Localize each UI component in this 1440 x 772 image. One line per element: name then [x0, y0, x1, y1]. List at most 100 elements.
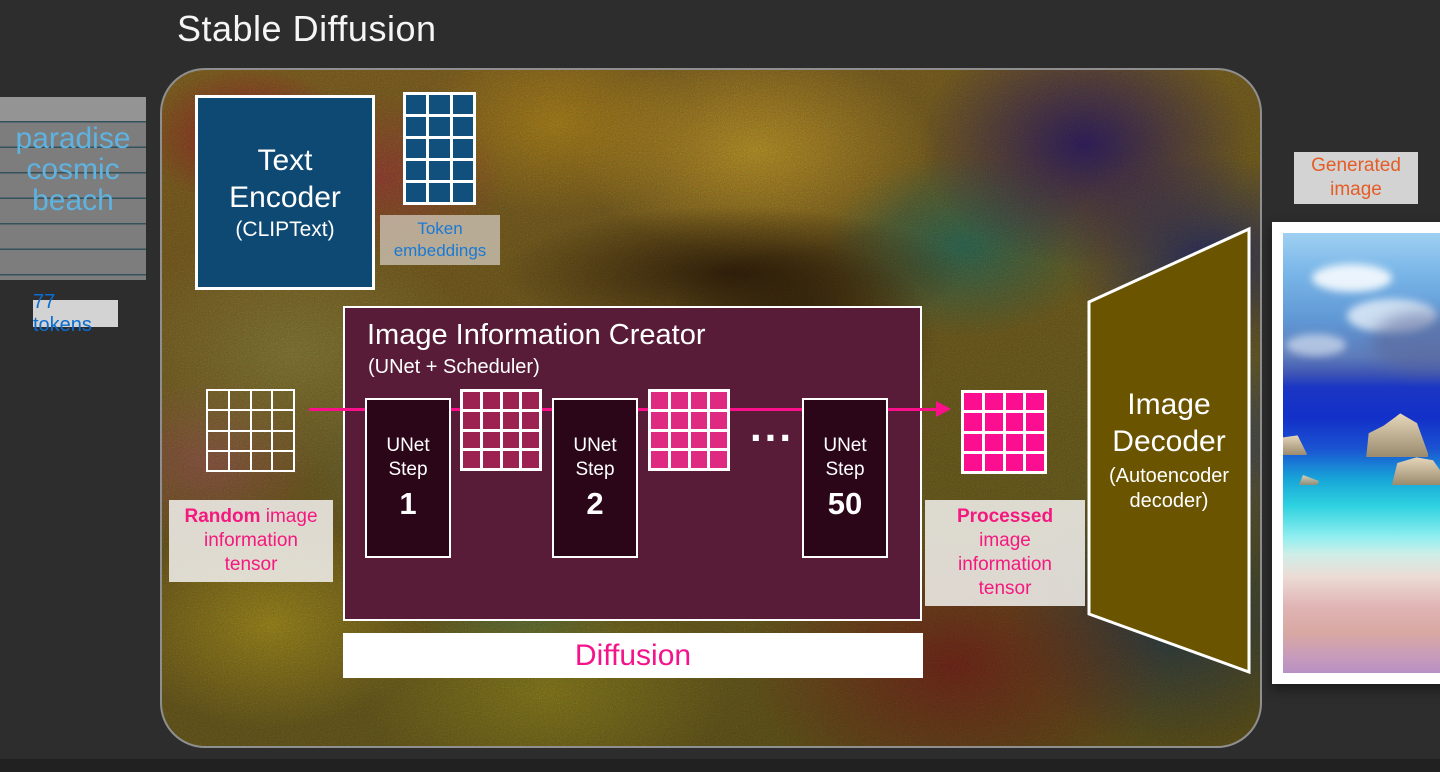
grid-cell	[984, 453, 1003, 471]
grid-cell	[207, 450, 229, 471]
grid-cell	[452, 161, 473, 180]
grid-cell	[964, 453, 982, 471]
random-tensor-grid	[206, 389, 295, 472]
unet-step-50-box: UNet Step 50	[802, 398, 888, 558]
grid-cell	[522, 451, 539, 468]
grid-cell	[670, 411, 688, 429]
grid-cell	[429, 95, 450, 114]
slide: { "page": { "title": "Stable Diffusion" …	[0, 0, 1440, 772]
grid-cell	[228, 450, 251, 471]
grid-cell	[406, 139, 427, 158]
grid-cell	[482, 411, 500, 429]
grid-cell	[1005, 413, 1024, 431]
grid-cell	[272, 410, 294, 431]
unet-step-number: 1	[399, 486, 417, 521]
rock-shape	[1283, 435, 1307, 456]
grid-cell	[502, 431, 520, 449]
grid-cell	[406, 161, 427, 180]
grid-cell	[463, 411, 480, 429]
grid-cell	[710, 392, 727, 409]
grid-cell	[250, 430, 273, 451]
grid-cell	[207, 390, 229, 411]
grid-cell	[406, 117, 427, 136]
latent-grid-step1	[460, 389, 542, 471]
random-tensor-label-bold: Random	[184, 506, 261, 527]
grid-cell	[1026, 393, 1044, 411]
image-decoder-text: Image Decoder (Autoencoder decoder)	[1089, 386, 1249, 514]
grid-cell	[651, 451, 668, 468]
grid-cell	[1005, 433, 1024, 451]
random-tensor-label: Random image information tensor	[169, 500, 333, 582]
grid-cell	[228, 430, 251, 451]
token-embeddings-label: Token embeddings	[380, 215, 500, 265]
processed-tensor-label-rest: image information tensor	[958, 530, 1052, 599]
unet-step-1-box: UNet Step 1	[365, 398, 451, 558]
latent-grid-step2	[648, 389, 730, 471]
grid-cell	[502, 451, 520, 468]
iic-subtitle: (UNet + Scheduler)	[368, 356, 540, 378]
iic-title: Image Information Creator	[367, 319, 706, 351]
rock-shape	[1366, 413, 1429, 458]
grid-cell	[250, 390, 273, 411]
grid-cell	[1005, 393, 1024, 411]
grid-cell	[522, 411, 539, 429]
grid-cell	[463, 431, 480, 449]
grid-cell	[429, 117, 450, 136]
grid-cell	[272, 450, 294, 471]
grid-cell	[272, 390, 294, 411]
grid-cell	[710, 431, 727, 449]
text-encoder-subtitle: (CLIPText)	[235, 217, 335, 241]
generated-image-frame	[1272, 222, 1440, 684]
grid-cell	[964, 433, 982, 451]
image-decoder-title: Image Decoder	[1112, 388, 1226, 458]
stable-diffusion-canvas: Text Encoder (CLIPText) Token embeddings…	[160, 68, 1262, 748]
grid-cell	[984, 433, 1003, 451]
unet-step-label: UNet Step	[823, 435, 867, 480]
unet-step-2-box: UNet Step 2	[552, 398, 638, 558]
processed-tensor-label: Processed image information tensor	[925, 500, 1085, 606]
grid-cell	[1026, 433, 1044, 451]
grid-cell	[429, 161, 450, 180]
grid-cell	[452, 95, 473, 114]
grid-cell	[482, 392, 500, 409]
grid-cell	[406, 95, 427, 114]
grid-cell	[670, 431, 688, 449]
grid-cell	[690, 451, 708, 468]
grid-cell	[984, 393, 1003, 411]
rock-shape	[1299, 475, 1319, 485]
grid-cell	[522, 431, 539, 449]
grid-cell	[651, 431, 668, 449]
grid-cell	[452, 117, 473, 136]
prompt-paper: paradise cosmic beach	[0, 97, 146, 280]
rock-shape	[1391, 457, 1440, 486]
text-encoder-title: Text Encoder	[229, 143, 341, 214]
grid-cell	[690, 392, 708, 409]
cloud-shape	[1311, 263, 1392, 292]
grid-cell	[429, 183, 450, 202]
grid-cell	[463, 392, 480, 409]
unet-step-number: 2	[586, 486, 604, 521]
prompt-text: paradise cosmic beach	[15, 122, 131, 217]
grid-cell	[502, 411, 520, 429]
ellipsis: ...	[750, 403, 795, 450]
grid-cell	[710, 411, 727, 429]
image-decoder-subtitle: (Autoencoder decoder)	[1108, 465, 1230, 512]
bottom-strip	[0, 759, 1440, 772]
grid-cell	[463, 451, 480, 468]
grid-cell	[1026, 453, 1044, 471]
grid-cell	[207, 430, 229, 451]
grid-cell	[250, 410, 273, 431]
grid-cell	[482, 431, 500, 449]
grid-cell	[1026, 413, 1044, 431]
processed-tensor-grid	[961, 390, 1047, 474]
token-count-badge: 77 tokens	[33, 291, 118, 336]
grid-cell	[690, 411, 708, 429]
processed-tensor-label-bold: Processed	[956, 506, 1054, 527]
grid-cell	[452, 139, 473, 158]
text-encoder-box: Text Encoder (CLIPText)	[195, 95, 375, 290]
unet-step-label: UNet Step	[573, 435, 617, 480]
grid-cell	[452, 183, 473, 202]
grid-cell	[651, 411, 668, 429]
token-embeddings-grid	[403, 92, 476, 205]
unet-step-label: UNet Step	[386, 435, 430, 480]
